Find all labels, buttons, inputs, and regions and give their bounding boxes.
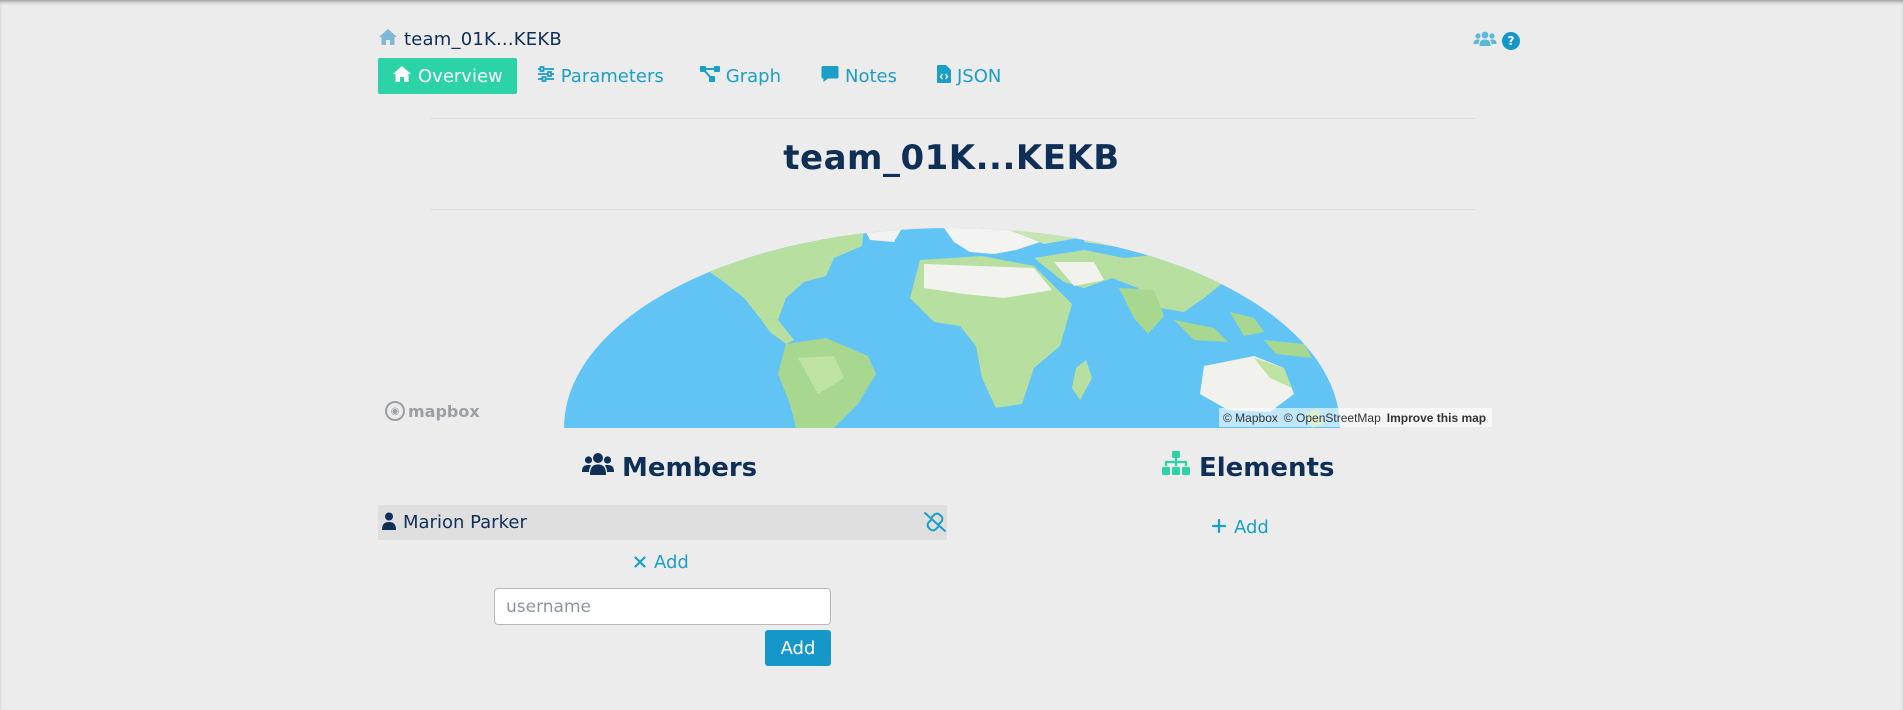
plus-icon — [1211, 517, 1227, 538]
elements-add-button[interactable]: Add — [1211, 517, 1269, 538]
map-attribution: © Mapbox © OpenStreetMap Improve this ma… — [1219, 408, 1493, 427]
improve-map-link[interactable]: Improve this map — [1387, 411, 1486, 425]
sliders-icon — [537, 65, 555, 87]
divider — [430, 118, 1475, 119]
tab-label: Parameters — [560, 65, 664, 87]
mapbox-logo-text: mapbox — [408, 401, 480, 421]
tab-overview[interactable]: Overview — [378, 58, 517, 94]
members-add-label: Add — [654, 552, 689, 573]
close-icon — [634, 552, 646, 573]
tab-label: Notes — [845, 65, 897, 87]
world-map[interactable] — [564, 228, 1340, 428]
home-icon — [392, 65, 412, 88]
comment-icon — [821, 65, 839, 88]
elements-add-label: Add — [1234, 517, 1269, 538]
divider — [430, 209, 1475, 210]
elements-heading: Elements — [1161, 451, 1334, 484]
graph-icon — [699, 65, 720, 87]
tab-graph[interactable]: Graph — [688, 58, 793, 94]
add-member-button[interactable]: Add — [765, 630, 831, 666]
breadcrumb: team_01K...KEKB — [378, 28, 562, 50]
tab-label: JSON — [957, 65, 1002, 87]
mapbox-logo[interactable]: ◉ mapbox — [385, 401, 480, 421]
members-add-toggle[interactable]: Add — [634, 552, 689, 573]
member-name: Marion Parker — [403, 512, 527, 533]
tab-label: Graph — [725, 65, 781, 87]
file-code-icon — [937, 64, 951, 88]
username-input[interactable] — [494, 588, 831, 625]
member-row: Marion Parker — [378, 505, 947, 540]
page-title: team_01K...KEKB — [783, 138, 1120, 178]
tab-json[interactable]: JSON — [925, 58, 1013, 94]
tab-bar: Overview Parameters Graph Notes JSON — [378, 58, 1013, 94]
members-title: Members — [622, 452, 758, 483]
users-icon[interactable] — [1473, 30, 1497, 52]
header-actions: ? — [1473, 30, 1520, 52]
unlink-icon[interactable] — [923, 511, 947, 537]
attribution-mapbox[interactable]: © Mapbox — [1223, 411, 1278, 425]
sitemap-icon — [1161, 451, 1191, 484]
attribution-osm[interactable]: © OpenStreetMap — [1284, 411, 1381, 425]
elements-title: Elements — [1199, 452, 1335, 483]
mapbox-logo-icon: ◉ — [385, 401, 405, 421]
members-heading: Members — [582, 451, 757, 484]
tab-parameters[interactable]: Parameters — [525, 58, 676, 94]
users-icon — [582, 451, 614, 484]
help-icon[interactable]: ? — [1502, 32, 1520, 50]
home-icon[interactable] — [378, 28, 398, 50]
user-icon — [382, 512, 396, 534]
breadcrumb-label[interactable]: team_01K...KEKB — [404, 29, 562, 50]
tab-notes[interactable]: Notes — [809, 58, 909, 94]
tab-label: Overview — [418, 65, 503, 87]
